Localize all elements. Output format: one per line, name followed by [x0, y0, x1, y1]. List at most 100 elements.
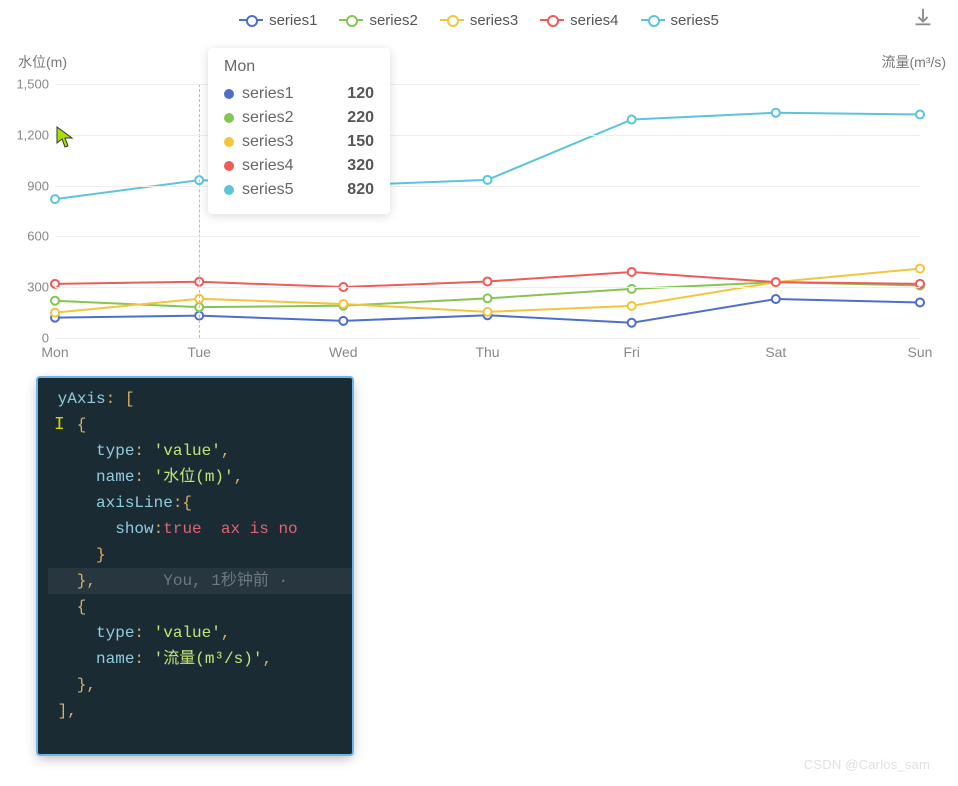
- gridline: [55, 287, 920, 288]
- x-tick-label: Mon: [25, 338, 85, 360]
- chart-lines: [55, 84, 920, 338]
- tooltip-dot-icon: [224, 113, 234, 123]
- code-token: ,: [221, 624, 231, 642]
- code-token: 'value': [154, 442, 221, 460]
- crosshair-line: [199, 84, 200, 338]
- text-caret-icon: I: [54, 412, 65, 438]
- code-token: name: [96, 650, 134, 668]
- chart-container: series1series2series3series4series5 水位(m…: [0, 0, 958, 372]
- gridline: [55, 186, 920, 187]
- tooltip-series-value: 150: [338, 130, 374, 154]
- code-token: [48, 520, 115, 538]
- code-token: },: [48, 676, 96, 694]
- legend-item-series3[interactable]: series3: [440, 12, 518, 29]
- y-tick-label: 900: [0, 178, 55, 193]
- gridline: [55, 236, 920, 237]
- code-line[interactable]: type: 'value',: [48, 620, 352, 646]
- series-marker: [339, 300, 347, 308]
- tooltip-row: series2 220: [224, 106, 374, 130]
- code-token: [202, 520, 221, 538]
- code-line[interactable]: {: [48, 594, 352, 620]
- tooltip-series-name: series3: [242, 130, 330, 154]
- code-token: [48, 494, 96, 512]
- code-line[interactable]: type: 'value',: [48, 438, 352, 464]
- series-marker: [916, 110, 924, 118]
- legend-label: series2: [369, 12, 417, 29]
- tooltip-series-value: 820: [338, 178, 374, 202]
- tooltip-row: series4320: [224, 154, 374, 178]
- x-tick-label: Fri: [602, 338, 662, 360]
- code-token: [48, 650, 96, 668]
- code-token: ,: [262, 650, 272, 668]
- series-marker: [772, 109, 780, 117]
- series-marker: [628, 319, 636, 327]
- series-marker: [916, 298, 924, 306]
- code-token: :: [134, 442, 153, 460]
- code-token: [48, 624, 96, 642]
- code-token: }: [48, 546, 106, 564]
- code-line[interactable]: name: '水位(m)',: [48, 464, 352, 490]
- code-token: ,: [234, 468, 244, 486]
- series-marker: [628, 268, 636, 276]
- tooltip-series-value: 220: [338, 106, 374, 130]
- legend-item-series1[interactable]: series1: [239, 12, 317, 29]
- legend-item-series5[interactable]: series5: [641, 12, 719, 29]
- code-token: : [: [106, 390, 135, 408]
- series-marker: [916, 265, 924, 273]
- legend-item-series4[interactable]: series4: [540, 12, 618, 29]
- code-line[interactable]: name: '流量(m³/s)',: [48, 646, 352, 672]
- code-editor-panel[interactable]: I yAxis: [ { type: 'value', name: '水位(m)…: [38, 378, 352, 754]
- tooltip-series-name: series2: [242, 106, 330, 130]
- tooltip-dot-icon: [224, 161, 234, 171]
- code-token: ],: [48, 702, 77, 720]
- series-marker: [628, 285, 636, 293]
- tooltip-dot-icon: [224, 89, 234, 99]
- code-line[interactable]: show:true ax is no: [48, 516, 352, 542]
- code-line[interactable]: {: [48, 412, 352, 438]
- code-line[interactable]: yAxis: [: [48, 386, 352, 412]
- legend-label: series5: [671, 12, 719, 29]
- legend-swatch-icon: [440, 13, 464, 27]
- legend-swatch-icon: [339, 13, 363, 27]
- code-token: },: [48, 572, 96, 590]
- watermark-text: CSDN @Carlos_sam: [804, 757, 930, 772]
- code-token: :: [134, 624, 153, 642]
- y-axis-title-left: 水位(m): [18, 52, 67, 72]
- code-token: 'value': [154, 624, 221, 642]
- code-line[interactable]: }: [48, 542, 352, 568]
- legend-item-series2[interactable]: series2: [339, 12, 417, 29]
- y-tick-label: 1,200: [0, 127, 55, 142]
- tooltip-row: series3 150: [224, 130, 374, 154]
- series-marker: [628, 116, 636, 124]
- code-token: '水位(m)': [154, 468, 234, 486]
- code-token: [48, 468, 96, 486]
- code-line[interactable]: },: [48, 672, 352, 698]
- code-token: show: [115, 520, 153, 538]
- series-marker: [484, 308, 492, 316]
- tooltip-dot-icon: [224, 185, 234, 195]
- legend-swatch-icon: [239, 13, 263, 27]
- download-icon[interactable]: [912, 6, 934, 28]
- chart-legend: series1 series2 series3 series4 series5: [0, 6, 958, 34]
- code-token: axisLine: [96, 494, 173, 512]
- x-tick-label: Tue: [169, 338, 229, 360]
- tooltip-series-name: series4: [242, 154, 330, 178]
- x-tick-label: Sun: [890, 338, 950, 360]
- code-token: :{: [173, 494, 192, 512]
- code-token: :: [134, 650, 153, 668]
- y-axis-title-right: 流量(m³/s): [881, 52, 946, 72]
- x-tick-label: Sat: [746, 338, 806, 360]
- code-token: [96, 572, 163, 590]
- series-marker: [484, 176, 492, 184]
- code-line[interactable]: axisLine:{: [48, 490, 352, 516]
- code-token: :: [154, 520, 164, 538]
- code-line[interactable]: }, You, 1秒钟前 ·: [48, 568, 352, 594]
- plot-area[interactable]: 03006009001,2001,500MonTueWedThuFriSatSu…: [55, 84, 920, 338]
- legend-label: series1: [269, 12, 317, 29]
- code-token: :: [134, 468, 153, 486]
- tooltip-title: Mon: [224, 58, 374, 76]
- code-token: type: [96, 624, 134, 642]
- code-line[interactable]: ],: [48, 698, 352, 724]
- tooltip-row: series5820: [224, 178, 374, 202]
- gridline: [55, 135, 920, 136]
